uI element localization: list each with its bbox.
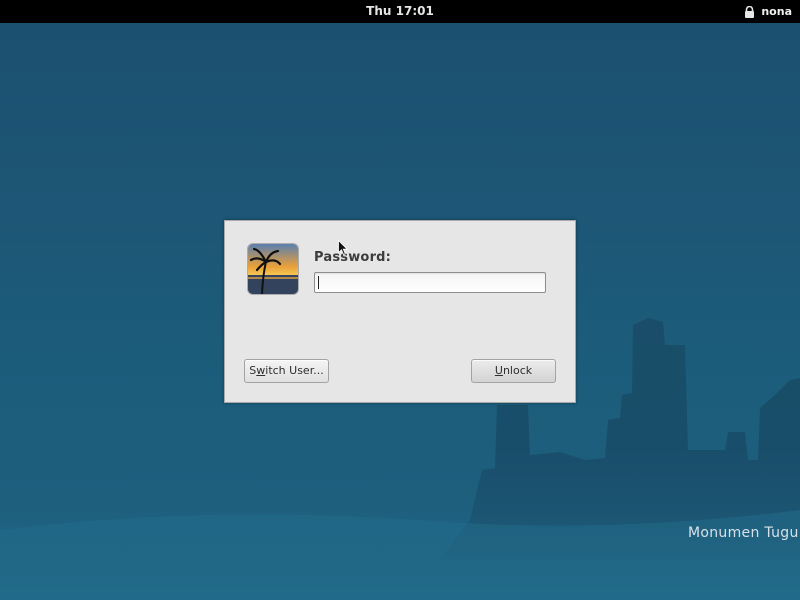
password-field[interactable] xyxy=(314,272,546,293)
wallpaper-caption: Monumen Tugu xyxy=(688,525,799,541)
top-bar: Thu 17:01 nona xyxy=(0,0,800,23)
unlock-label-end: nlock xyxy=(502,364,533,377)
text-caret xyxy=(318,276,319,289)
user-menu[interactable]: nona xyxy=(744,4,792,19)
unlock-mnemonic: U xyxy=(494,364,503,377)
unlock-button[interactable]: Unlock xyxy=(471,359,556,383)
password-label: Password: xyxy=(314,250,392,265)
user-avatar xyxy=(248,244,298,294)
avatar-beach-sunset-icon xyxy=(248,244,298,294)
clock[interactable]: Thu 17:01 xyxy=(0,5,800,18)
lock-screen: Thu 17:01 nona Password: Switch User... … xyxy=(0,0,800,600)
unlock-dialog: Password: Switch User... Unlock xyxy=(224,220,576,403)
switch-user-mnemonic: w xyxy=(256,364,266,377)
switch-user-button[interactable]: Switch User... xyxy=(244,359,329,383)
switch-user-label-end: itch User... xyxy=(265,364,324,377)
mouse-pointer-icon xyxy=(338,240,348,256)
username: nona xyxy=(761,5,792,18)
lock-icon xyxy=(745,5,755,18)
